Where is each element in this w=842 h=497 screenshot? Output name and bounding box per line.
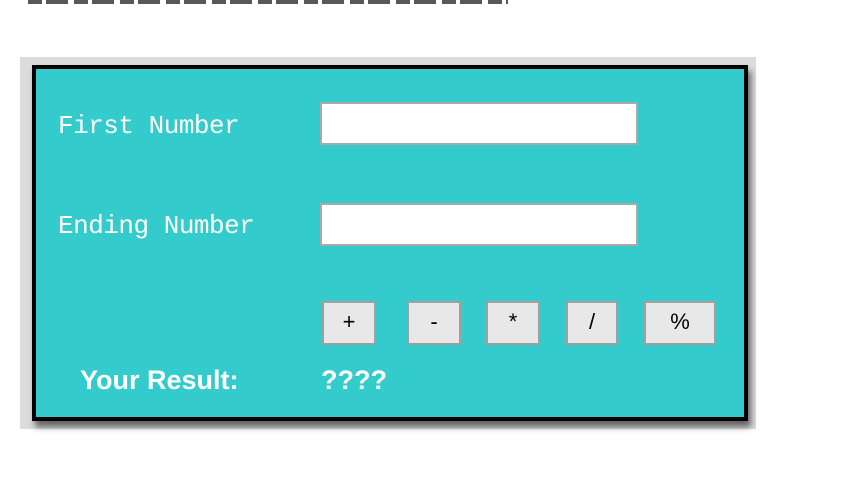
subtract-button[interactable]: - — [407, 301, 461, 345]
first-number-label: First Number — [58, 111, 240, 141]
ending-number-label: Ending Number — [58, 211, 255, 241]
ending-number-input[interactable] — [320, 203, 638, 246]
cropped-heading-fragment — [28, 0, 508, 4]
modulo-button[interactable]: % — [644, 301, 716, 345]
first-number-input[interactable] — [320, 102, 638, 145]
multiply-button[interactable]: * — [486, 301, 540, 345]
calculator-panel: First Number Ending Number + - * / % You… — [32, 65, 748, 421]
add-button[interactable]: + — [322, 301, 376, 345]
result-value: ???? — [321, 365, 387, 395]
divide-button[interactable]: / — [566, 301, 618, 345]
result-label: Your Result: — [80, 365, 239, 395]
